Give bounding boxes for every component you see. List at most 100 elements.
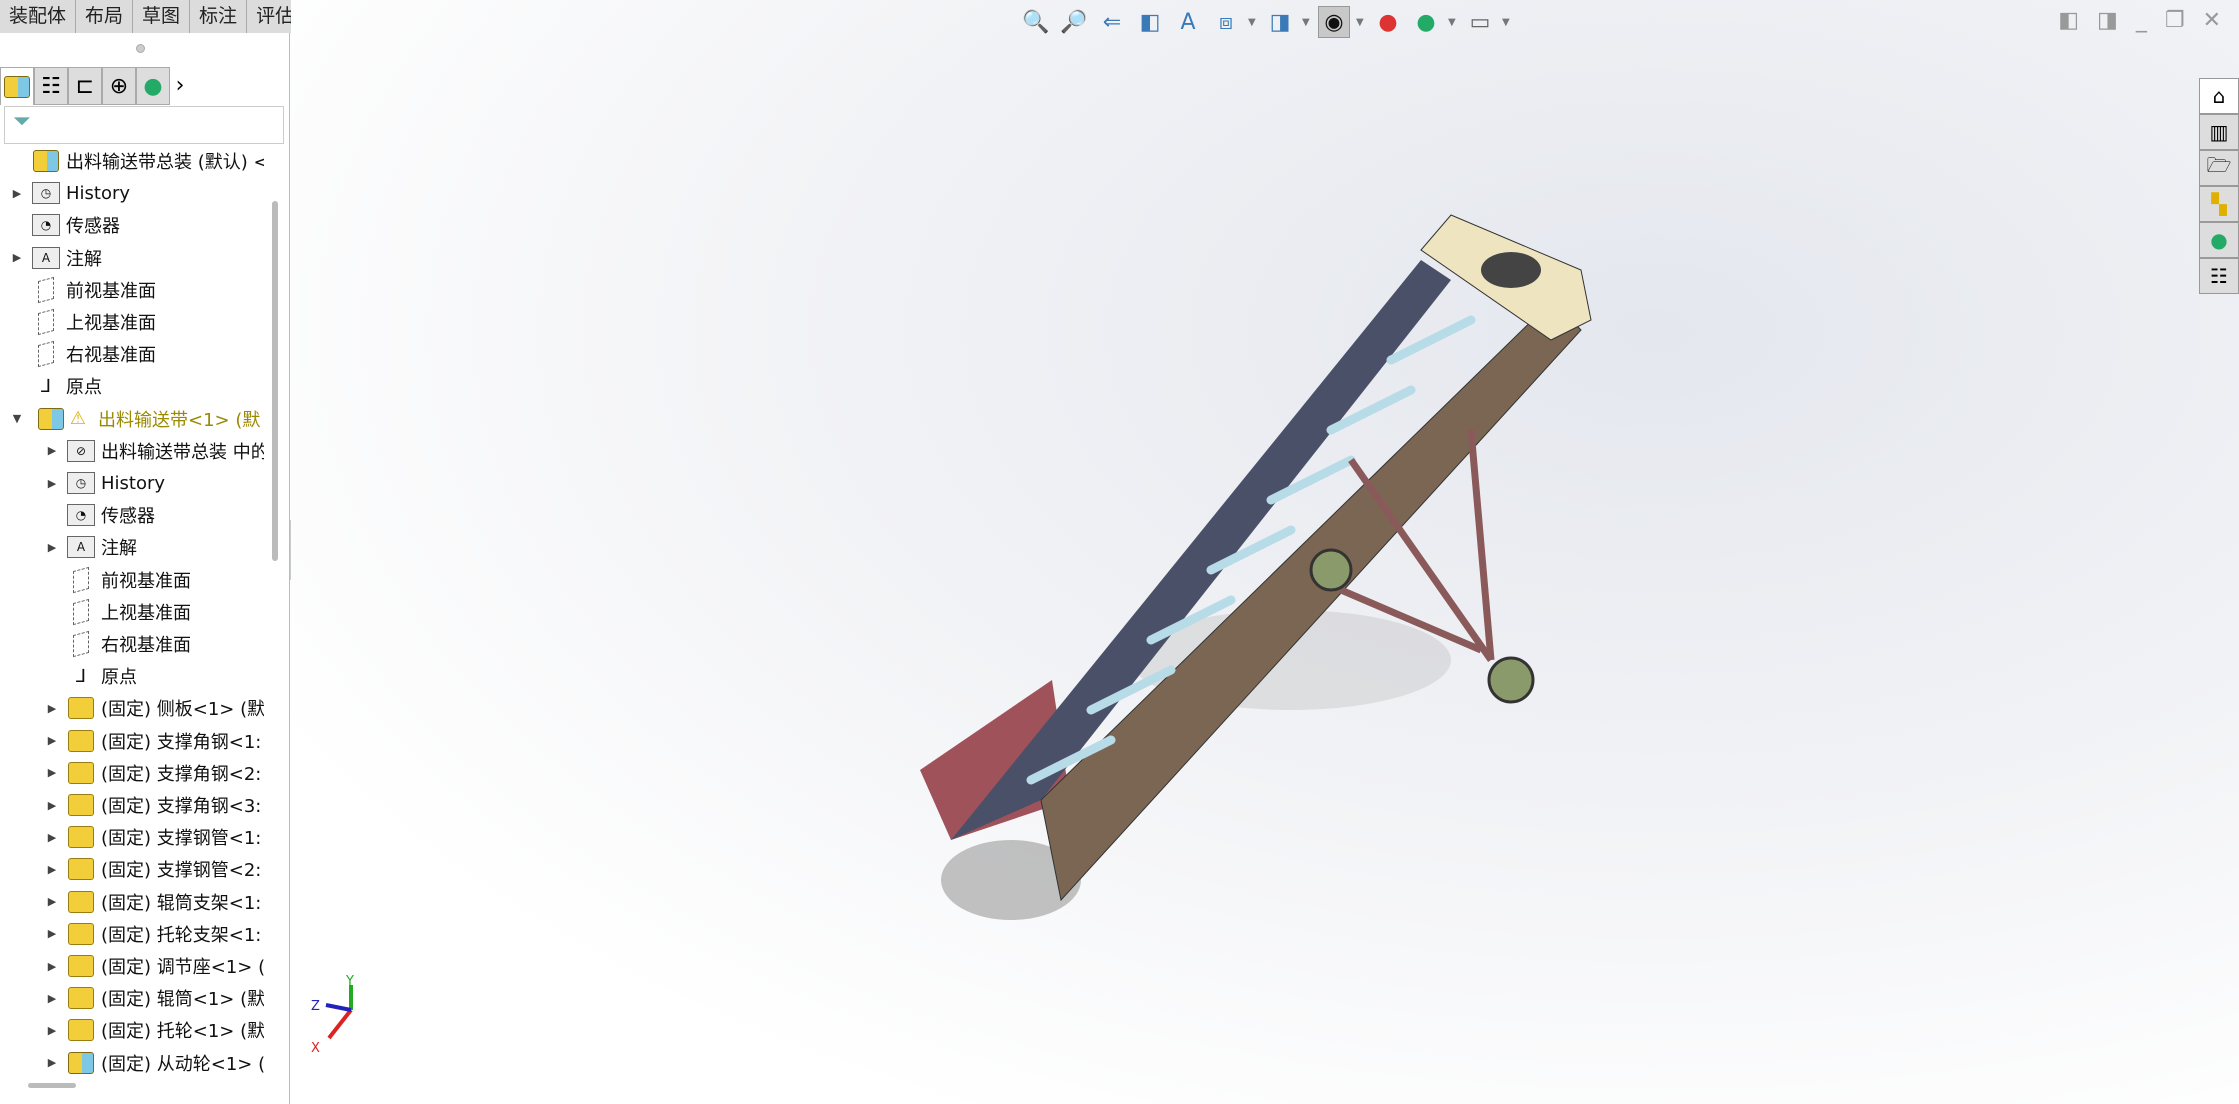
tree-item-label: History: [66, 182, 131, 204]
tree-item-label: 前视基准面: [101, 570, 191, 592]
expand-arrow-icon[interactable]: ▶: [45, 477, 59, 490]
tree-item-label: (固定) 支撑角钢<1:: [101, 731, 262, 753]
tree-item[interactable]: ▶ (固定) 调节座<1> (: [45, 950, 264, 982]
chevron-down-icon[interactable]: ▼: [1356, 17, 1366, 28]
property-list-icon: ☷: [41, 73, 61, 99]
tree-item[interactable]: ▶ ⊘ 出料输送带总装 中的: [45, 435, 264, 467]
configuration-manager-tab[interactable]: ⊏: [68, 67, 102, 105]
expand-arrow-icon[interactable]: ▶: [45, 927, 59, 940]
view-orientation-button[interactable]: ⧈: [1210, 6, 1242, 38]
tree-item[interactable]: ▶ (固定) 从动轮<1> (: [45, 1047, 264, 1075]
dynamic-annotation-button[interactable]: A: [1172, 6, 1204, 38]
expand-arrow-icon[interactable]: ▶: [45, 831, 59, 844]
tree-item[interactable]: 上视基准面: [10, 306, 156, 338]
design-library-tab[interactable]: ▥: [2199, 114, 2239, 150]
chevron-down-icon[interactable]: ▼: [1448, 17, 1458, 28]
solidworks-resources-tab[interactable]: ⌂: [2199, 78, 2239, 114]
expand-arrow-icon[interactable]: ▶: [45, 992, 59, 1005]
tree-item[interactable]: ▶ (固定) 侧板<1> (默: [45, 692, 264, 724]
expand-arrow-icon[interactable]: ▼: [10, 412, 24, 425]
tree-item[interactable]: ▶ (固定) 支撑角钢<1:: [45, 725, 261, 757]
expand-arrow-icon[interactable]: ▶: [45, 444, 59, 457]
apply-scene-button[interactable]: ●: [1410, 6, 1442, 38]
graphics-area[interactable]: Y X Z: [291, 0, 2239, 1104]
expand-arrow-icon[interactable]: ▶: [45, 541, 59, 554]
chevron-down-icon[interactable]: ▼: [1302, 17, 1312, 28]
expand-arrow-icon[interactable]: ▶: [45, 702, 59, 715]
expand-arrow-icon[interactable]: ▶: [10, 251, 24, 264]
expand-arrow-icon[interactable]: ▶: [45, 863, 59, 876]
chevron-right-icon[interactable]: ›: [170, 67, 190, 105]
dimxpert-tab[interactable]: ⊕: [102, 67, 136, 105]
tree-item[interactable]: ▶ (固定) 辊筒支架<1:: [45, 886, 261, 918]
view-settings-button[interactable]: ▭: [1464, 6, 1496, 38]
tree-item[interactable]: ⅃ 原点: [10, 370, 102, 402]
edit-appearance-button[interactable]: ●: [1372, 6, 1404, 38]
file-explorer-tab[interactable]: 🗁: [2199, 150, 2239, 186]
horizontal-scrollbar[interactable]: [28, 1083, 76, 1088]
property-manager-tab[interactable]: ☷: [34, 67, 68, 105]
expand-arrow-icon[interactable]: ▶: [45, 799, 59, 812]
tree-item[interactable]: ◔ 传感器: [10, 209, 120, 241]
display-style-button[interactable]: ◨: [1264, 6, 1296, 38]
custom-properties-tab[interactable]: ☷: [2199, 258, 2239, 294]
feature-manager-tab[interactable]: [0, 67, 34, 105]
tree-item[interactable]: 前视基准面: [45, 564, 191, 596]
tab-0[interactable]: 装配体: [0, 0, 77, 33]
tree-item[interactable]: ⅃ 原点: [45, 660, 137, 692]
expand-arrow-icon[interactable]: ▶: [45, 895, 59, 908]
dock-right-icon[interactable]: ◨: [2097, 8, 2118, 33]
plane-icon: [67, 598, 95, 625]
tree-item[interactable]: 右视基准面: [10, 338, 156, 370]
close-icon[interactable]: ✕: [2203, 8, 2221, 33]
tree-item[interactable]: ▶ ◷ History: [10, 177, 130, 209]
expand-arrow-icon[interactable]: ▶: [45, 960, 59, 973]
tree-item[interactable]: ▶ (固定) 辊筒<1> (默: [45, 982, 264, 1014]
tree-item[interactable]: ◔ 传感器: [45, 499, 155, 531]
tree-item-label: 原点: [66, 377, 102, 399]
zoom-to-fit-button[interactable]: 🔍: [1020, 6, 1052, 38]
tree-item[interactable]: 上视基准面: [45, 596, 191, 628]
tree-item[interactable]: ▶ (固定) 支撑角钢<3:: [45, 789, 261, 821]
tree-item[interactable]: 右视基准面: [45, 628, 191, 660]
display-manager-tab[interactable]: ●: [136, 67, 170, 105]
expand-arrow-icon[interactable]: ▶: [10, 187, 24, 200]
expand-arrow-icon[interactable]: ▶: [45, 1024, 59, 1037]
previous-view-button[interactable]: ⇐: [1096, 6, 1128, 38]
tree-item[interactable]: ▶ (固定) 支撑角钢<2:: [45, 757, 261, 789]
appearances-tab[interactable]: ●: [2199, 222, 2239, 258]
chevron-down-icon[interactable]: ▼: [1248, 17, 1258, 28]
vertical-scrollbar[interactable]: [272, 201, 278, 561]
panel-grip[interactable]: [136, 44, 145, 53]
dock-left-icon[interactable]: ◧: [2058, 8, 2079, 33]
tree-item[interactable]: 前视基准面: [10, 274, 156, 306]
expand-arrow-icon[interactable]: ▶: [45, 734, 59, 747]
tree-item[interactable]: ▶ (固定) 支撑钢管<2:: [45, 853, 261, 885]
tree-item[interactable]: 出料输送带总装 (默认) <默认: [10, 145, 264, 177]
section-view-button[interactable]: ◧: [1134, 6, 1166, 38]
monitor-icon: ▭: [1469, 9, 1491, 35]
tree-item[interactable]: ▶ A 注解: [45, 531, 137, 563]
hide-show-items-button[interactable]: ◉: [1318, 6, 1350, 38]
tree-item[interactable]: ▶ ◷ History: [45, 467, 165, 499]
restore-icon[interactable]: ❐: [2165, 8, 2185, 33]
tree-item-label: 注解: [101, 538, 137, 560]
view-palette-tab[interactable]: ▚: [2199, 186, 2239, 222]
zoom-to-area-button[interactable]: 🔎: [1058, 6, 1090, 38]
tree-item[interactable]: ▶ (固定) 托轮支架<1:: [45, 918, 261, 950]
tab-2[interactable]: 草图: [133, 0, 191, 33]
tree-item[interactable]: ▶ (固定) 支撑钢管<1:: [45, 821, 261, 853]
chevron-down-icon[interactable]: ▼: [1502, 17, 1512, 28]
tab-1[interactable]: 布局: [76, 0, 134, 33]
tab-3[interactable]: 标注: [190, 0, 248, 33]
part-icon: [67, 728, 95, 754]
tree-item[interactable]: ▼ ⚠ 出料输送带<1> (默: [10, 403, 260, 435]
tree-item-label: 前视基准面: [66, 280, 156, 302]
tree-item[interactable]: ▶ A 注解: [10, 242, 102, 274]
expand-arrow-icon[interactable]: ▶: [45, 1056, 59, 1069]
minimize-icon[interactable]: _: [2136, 8, 2147, 33]
tree-item[interactable]: ▶ (固定) 托轮<1> (默: [45, 1014, 264, 1046]
expand-arrow-icon[interactable]: ▶: [45, 766, 59, 779]
filter-button[interactable]: ⏷: [4, 106, 284, 144]
tree-item-label: (固定) 支撑角钢<2:: [101, 763, 262, 785]
